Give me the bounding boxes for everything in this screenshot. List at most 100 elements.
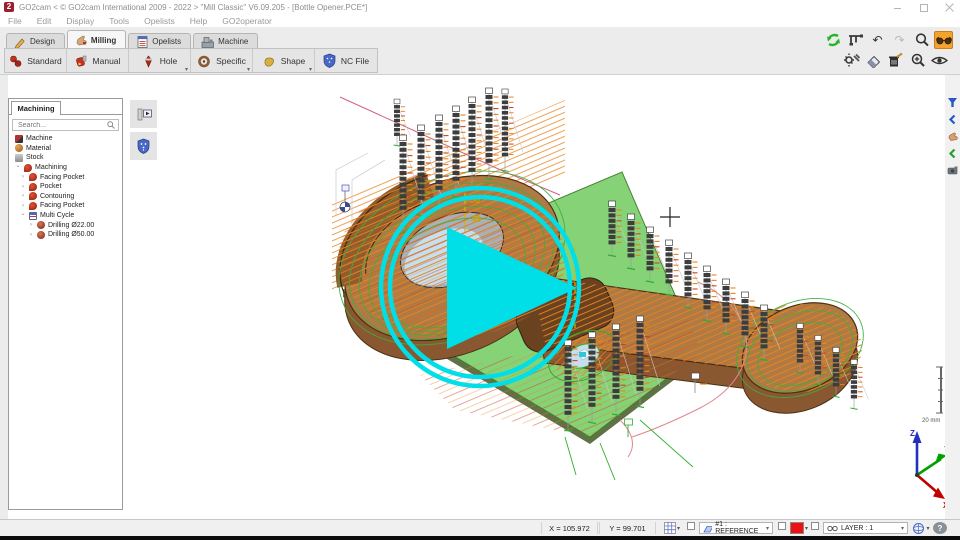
machining-panel: Machining Machine Material Stock Machini… — [8, 98, 123, 510]
grab-hand-icon[interactable] — [945, 129, 960, 144]
axis-triad: Z Y X — [910, 429, 945, 510]
facing-pocket-icon — [29, 202, 37, 210]
layer-glasses-icon — [827, 524, 838, 532]
maximize-button[interactable] — [919, 3, 928, 12]
chevron-down-icon[interactable] — [20, 212, 26, 219]
title-bar: 2 GO2cam < © GO2cam International 2009 -… — [0, 0, 960, 14]
menu-file[interactable]: File — [8, 16, 22, 26]
nc-output-button[interactable] — [130, 132, 157, 160]
tree-item-stock[interactable]: Stock — [9, 153, 122, 163]
tab-machine[interactable]: Machine — [193, 33, 258, 48]
visibility-eye-icon[interactable] — [930, 51, 949, 69]
chevron-right-icon[interactable] — [28, 232, 34, 238]
manual-button[interactable]: Manual — [67, 49, 129, 72]
tree-item-multi-cycle[interactable]: Multi Cycle — [9, 211, 122, 221]
standard-button[interactable]: Standard — [5, 49, 67, 72]
contouring-icon — [29, 192, 37, 200]
right-rail — [945, 75, 960, 519]
search-input[interactable] — [16, 121, 104, 130]
filter-icon[interactable] — [945, 95, 960, 110]
ribbon-tabs: Design Milling Opelists Machine — [6, 30, 260, 48]
tab-opelists[interactable]: Opelists — [128, 33, 191, 48]
y-coordinate-readout: Y = 99.701 — [599, 522, 656, 534]
multi-tool-icon[interactable] — [842, 51, 861, 69]
menu-display[interactable]: Display — [66, 16, 94, 26]
color-swatch-button[interactable]: ▾ — [790, 522, 808, 534]
tab-milling[interactable]: Milling — [67, 30, 126, 48]
tree-item-pocket[interactable]: Pocket — [9, 182, 122, 192]
color-checkbox[interactable] — [778, 522, 786, 530]
x-coordinate-readout: X = 105.972 — [541, 522, 598, 534]
machine-icon — [15, 135, 23, 143]
specific-button[interactable]: Specific — [191, 49, 253, 72]
globe-icon — [912, 522, 925, 535]
machining-panel-tab[interactable]: Machining — [11, 101, 61, 115]
chevron-right-icon[interactable] — [20, 193, 26, 199]
zoom-extents-icon[interactable] — [908, 51, 927, 69]
camera-view-icon[interactable] — [945, 163, 960, 178]
grid-toggle-button[interactable]: ▾ — [662, 522, 682, 534]
facing-pocket-icon — [29, 173, 37, 181]
nc-file-shield-icon — [323, 53, 336, 68]
side-buttons — [130, 100, 157, 164]
chevron-down-icon[interactable] — [15, 164, 21, 171]
nc-file-button[interactable]: NC File — [315, 49, 377, 72]
tree-item-drilling-22[interactable]: Drilling Ø22.00 — [9, 220, 122, 230]
chevron-right-icon[interactable] — [20, 203, 26, 209]
tree-item-contouring[interactable]: Contouring — [9, 192, 122, 202]
collapse-green-icon[interactable] — [945, 146, 960, 161]
list-icon — [136, 35, 148, 48]
chevron-right-icon[interactable] — [28, 222, 34, 228]
caliper-measure-icon[interactable] — [846, 31, 865, 49]
machining-icon — [24, 164, 32, 172]
glasses-view-icon[interactable] — [934, 31, 953, 49]
specific-cycle-icon — [197, 54, 211, 68]
tab-label: Milling — [91, 36, 116, 45]
menu-go2operator[interactable]: GO2operator — [222, 16, 272, 26]
tree-search-box[interactable] — [12, 119, 119, 131]
undo-icon[interactable]: ↶ — [868, 31, 887, 49]
tab-design[interactable]: Design — [6, 33, 65, 48]
collapse-blue-icon[interactable] — [945, 112, 960, 127]
tree-item-drilling-50[interactable]: Drilling Ø50.00 — [9, 230, 122, 240]
menu-tools[interactable]: Tools — [109, 16, 129, 26]
view-globe-button[interactable]: ▾ — [912, 522, 930, 534]
tree-item-machine[interactable]: Machine — [9, 134, 122, 144]
tree-item-machining[interactable]: Machining — [9, 163, 122, 173]
chevron-right-icon[interactable] — [20, 184, 26, 190]
button-label: Specific — [216, 56, 246, 66]
tree-item-facing-pocket-1[interactable]: Facing Pocket — [9, 172, 122, 182]
plane-checkbox[interactable] — [687, 522, 695, 530]
button-label: NC File — [341, 56, 369, 66]
regenerate-icon[interactable] — [824, 31, 843, 49]
tree-item-material[interactable]: Material — [9, 144, 122, 154]
view-toolbar-row2 — [842, 51, 949, 69]
shape-button[interactable]: Shape — [253, 49, 315, 72]
button-label: Shape — [281, 56, 306, 66]
tab-label: Opelists — [152, 37, 181, 46]
dim-label-mid: 49 — [471, 214, 481, 224]
pocket-icon — [29, 183, 37, 191]
help-button[interactable]: ? — [933, 522, 947, 534]
left-gutter — [0, 75, 8, 519]
plane-combo[interactable]: #1 : REFERENCE — [699, 522, 773, 534]
menu-edit[interactable]: Edit — [37, 16, 52, 26]
nc-shield-icon — [137, 138, 150, 154]
close-button[interactable] — [945, 3, 954, 12]
menu-help[interactable]: Help — [190, 16, 207, 26]
hole-button[interactable]: Hole — [129, 49, 191, 72]
eraser-icon[interactable] — [864, 51, 883, 69]
axis-z-label: Z — [910, 429, 915, 438]
stock-icon — [15, 154, 23, 162]
menu-opelists[interactable]: Opelists — [144, 16, 175, 26]
material-icon — [15, 144, 23, 152]
minimize-button[interactable] — [893, 3, 902, 12]
redo-icon[interactable]: ↷ — [890, 31, 909, 49]
chevron-right-icon[interactable] — [20, 174, 26, 180]
delete-edit-icon[interactable] — [886, 51, 905, 69]
zoom-search-icon[interactable] — [912, 31, 931, 49]
layer-checkbox[interactable] — [811, 522, 819, 530]
layer-combo[interactable]: LAYER : 1 — [823, 522, 908, 534]
simulation-button[interactable] — [130, 100, 157, 128]
tree-item-facing-pocket-2[interactable]: Facing Pocket — [9, 201, 122, 211]
